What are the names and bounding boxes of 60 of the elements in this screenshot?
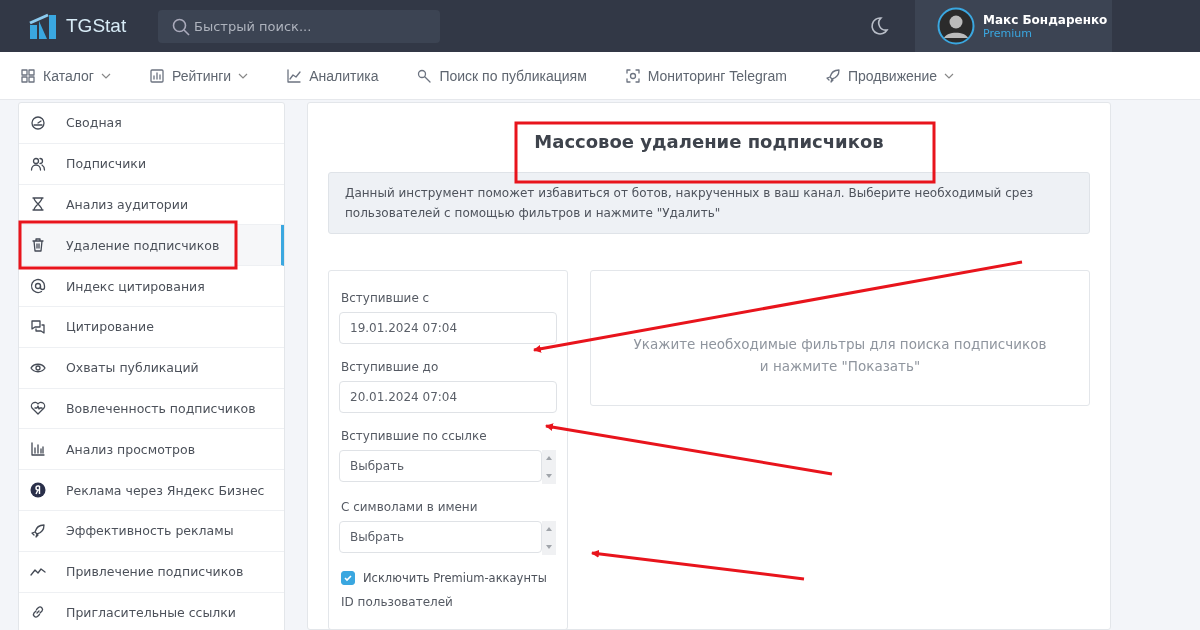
nav-menu-item[interactable]: Мониторинг Telegram bbox=[624, 67, 787, 84]
sidebar-item[interactable]: Анализ просмотров bbox=[19, 429, 284, 471]
users-icon bbox=[30, 155, 46, 172]
page-title: Массовое удаление подписчиков bbox=[533, 131, 885, 152]
hourglass-icon bbox=[30, 196, 46, 213]
select-field[interactable]: Выбрать bbox=[339, 450, 542, 482]
field-label: Вступившие с bbox=[341, 291, 431, 305]
field-label: С символами в имени bbox=[341, 500, 479, 514]
field-label: Вступившие до bbox=[341, 360, 440, 374]
empty-state-text: Укажите необходимые фильтры для поиска подписчиков и нажмите "Показать" bbox=[632, 335, 1048, 376]
user-panel[interactable]: Макс Бондаренко Premium bbox=[915, 0, 1112, 52]
link-icon bbox=[30, 604, 46, 621]
checkbox-label: Исключить Premium-аккаунты bbox=[363, 571, 547, 585]
field-label: Вступившие по ссылке bbox=[341, 429, 488, 443]
letter-circle-icon bbox=[30, 482, 46, 499]
gauge-icon bbox=[30, 114, 46, 131]
plan-label: Premium bbox=[983, 26, 1032, 40]
nav-menu-item[interactable]: Поиск по публикациям bbox=[416, 67, 587, 84]
sidebar-item[interactable]: Цитирование bbox=[19, 307, 284, 348]
moon-icon[interactable] bbox=[869, 16, 889, 36]
logo-icon bbox=[28, 13, 58, 39]
rocket-icon bbox=[824, 67, 841, 84]
sidebar-item[interactable]: Реклама через Яндекс Бизнес bbox=[19, 470, 284, 511]
nav-menu-item[interactable]: Рейтинги bbox=[148, 67, 249, 84]
sidebar-item[interactable]: Эффективность рекламы bbox=[19, 510, 284, 552]
line-chart-icon bbox=[286, 67, 303, 84]
nav-menu-item[interactable]: Продвижение bbox=[824, 67, 955, 84]
sidebar-item[interactable]: Вовлеченность подписчиков bbox=[19, 388, 284, 430]
trash-icon bbox=[30, 237, 46, 254]
logo-text[interactable]: TGStat bbox=[66, 15, 127, 37]
nav-menu-item[interactable]: Каталог bbox=[20, 67, 111, 84]
avatar-icon bbox=[937, 7, 975, 45]
bar-chart-icon bbox=[148, 67, 165, 84]
checkbox[interactable] bbox=[341, 571, 355, 585]
search-field[interactable]: Быстрый поиск... bbox=[158, 9, 440, 43]
sidebar-item[interactable]: Привлечение подписчиков bbox=[19, 551, 284, 593]
field-label: ID пользователей bbox=[341, 595, 454, 609]
scroll-arrows-icon[interactable] bbox=[542, 450, 556, 484]
sidebar-item[interactable]: Индекс цитирования bbox=[19, 266, 284, 307]
heart-icon bbox=[30, 400, 46, 417]
checkmark-icon bbox=[343, 573, 353, 583]
chat-icon bbox=[30, 318, 46, 335]
nav-menu-item[interactable]: Аналитика bbox=[286, 67, 379, 84]
bar-chart-icon bbox=[30, 441, 46, 458]
rocket-icon bbox=[30, 522, 46, 539]
date-field[interactable]: 19.01.2024 07:04 bbox=[339, 312, 557, 344]
sidebar-item[interactable]: Сводная bbox=[19, 103, 284, 144]
select-field[interactable]: Выбрать bbox=[339, 521, 542, 553]
user-name: Макс Бондаренко bbox=[983, 12, 1108, 27]
sidebar-item[interactable]: Пригласительные ссылки bbox=[19, 592, 284, 630]
grid-icon bbox=[20, 67, 36, 84]
search-icon bbox=[416, 67, 433, 84]
sidebar-item[interactable]: Охваты публикаций bbox=[19, 347, 284, 389]
sidebar-item[interactable]: Подписчики bbox=[19, 143, 284, 185]
date-field[interactable]: 20.01.2024 07:04 bbox=[339, 381, 557, 413]
sidebar-item[interactable]: Удаление подписчиков bbox=[19, 225, 284, 267]
at-sign-icon bbox=[30, 278, 46, 295]
info-message: Данный инструмент поможет избавиться от ботов, накрученных в ваш канал. Выберите необходимый срез пользователей с помощью фильтров и нажмите "Удалить" bbox=[328, 172, 1090, 234]
scroll-arrows-icon[interactable] bbox=[542, 521, 556, 555]
scan-icon bbox=[624, 67, 641, 84]
